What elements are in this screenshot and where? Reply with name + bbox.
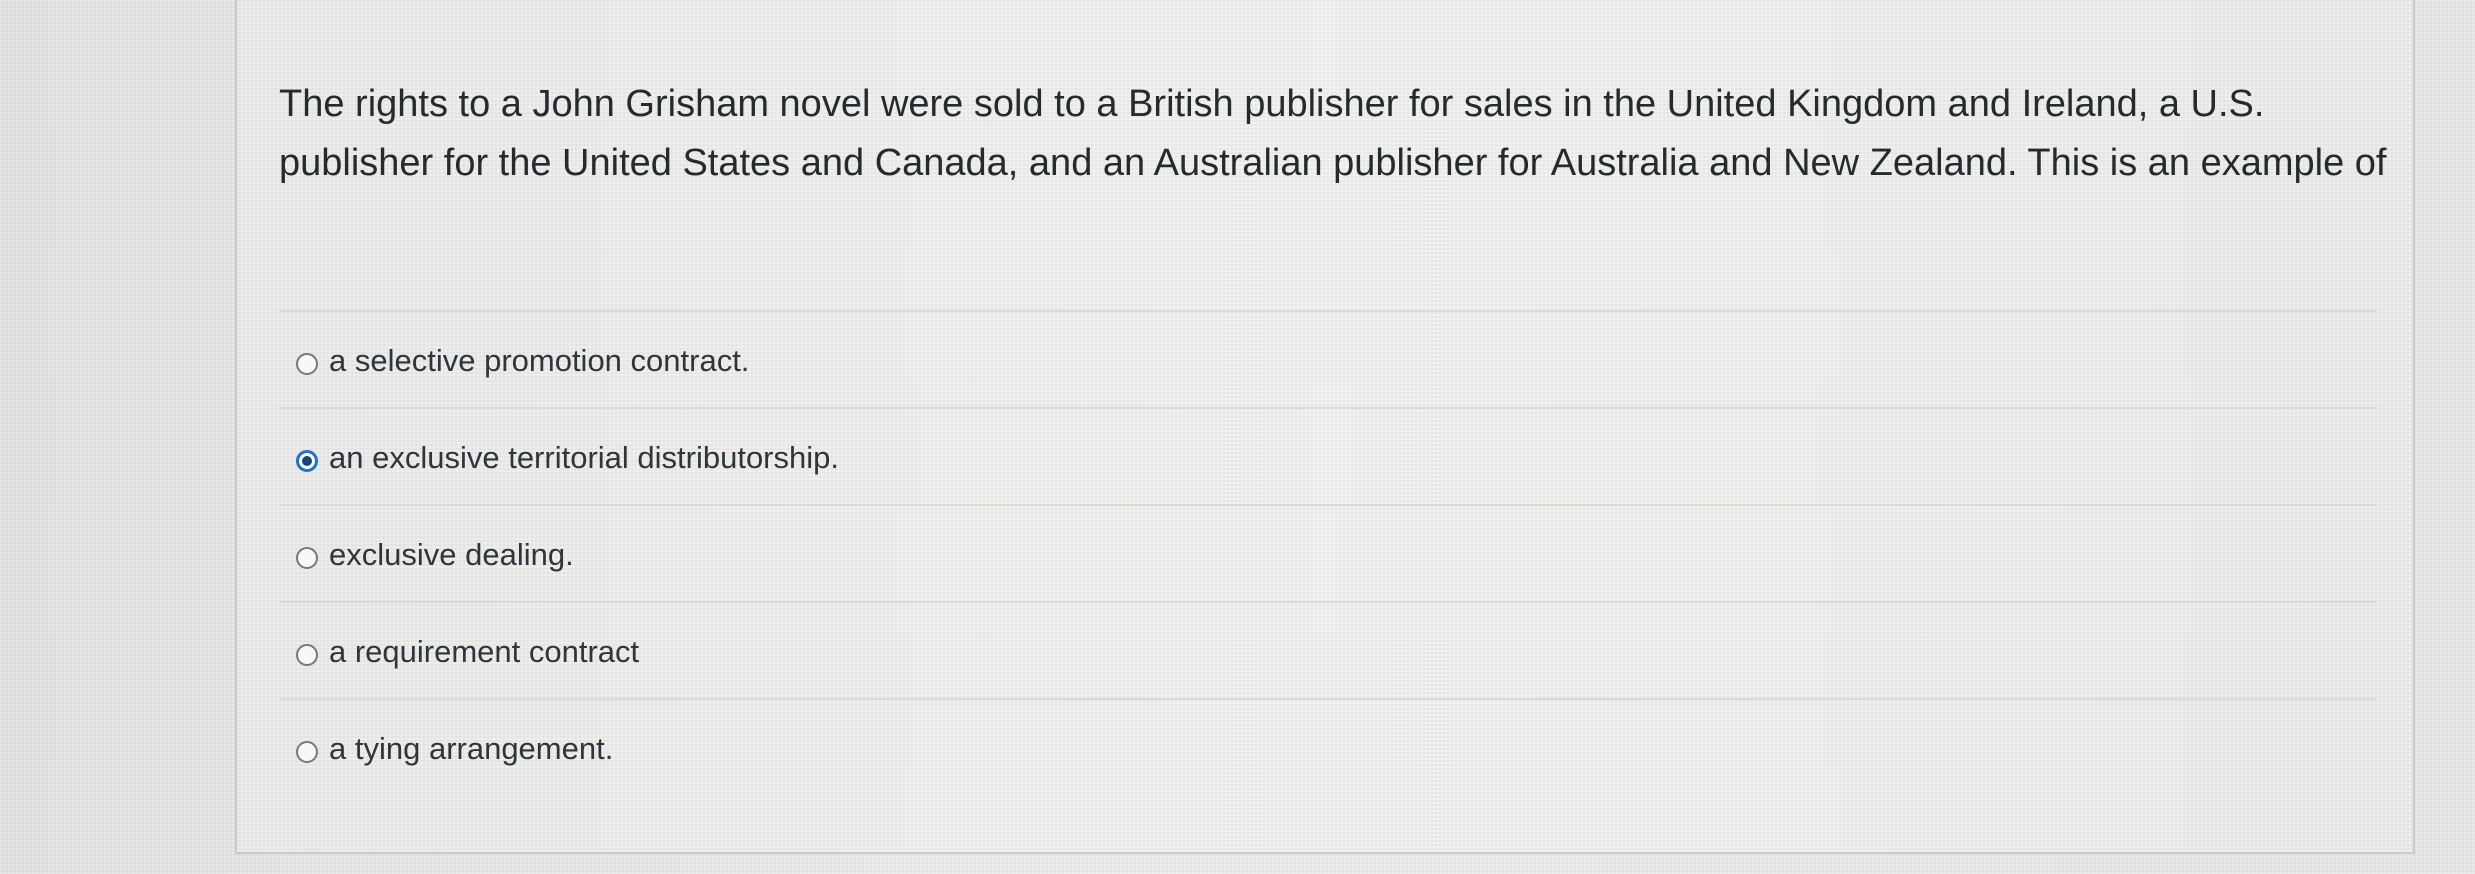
answer-options: a selective promotion contract. an exclu… (279, 310, 2377, 795)
radio-button-unselected[interactable] (296, 547, 318, 569)
question-card: The rights to a John Grisham novel were … (235, 0, 2415, 854)
radio-button-unselected[interactable] (296, 644, 318, 666)
answer-option-tying-arrangement[interactable]: a tying arrangement. (279, 698, 2377, 795)
answer-option-label: a requirement contract (329, 634, 640, 669)
radio-button-unselected[interactable] (296, 353, 318, 375)
radio-button-unselected[interactable] (296, 741, 318, 763)
answer-option-label: a selective promotion contract. (329, 343, 750, 378)
radio-button-selected[interactable] (296, 450, 318, 472)
answer-option-requirement-contract[interactable]: a requirement contract (279, 601, 2377, 698)
question-text: The rights to a John Grisham novel were … (279, 83, 2387, 184)
answer-option-exclusive-territorial-distributorship[interactable]: an exclusive territorial distributorship… (279, 407, 2377, 504)
answer-option-label: exclusive dealing. (329, 537, 574, 572)
answer-option-label: a tying arrangement. (329, 731, 614, 766)
answer-option-exclusive-dealing[interactable]: exclusive dealing. (279, 504, 2377, 601)
answer-option-label: an exclusive territorial distributorship… (329, 440, 839, 475)
answer-option-selective-promotion-contract[interactable]: a selective promotion contract. (279, 310, 2377, 407)
